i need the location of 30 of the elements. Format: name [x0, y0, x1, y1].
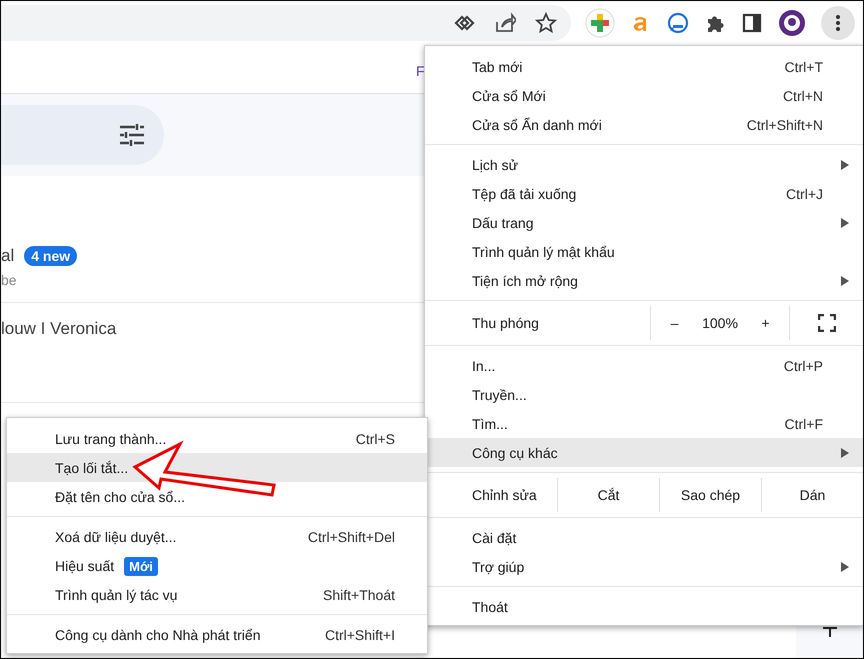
menu-item[interactable]: Trình quản lý mật khẩu [425, 237, 863, 266]
menu-item[interactable]: Tab mới Ctrl+T [425, 52, 863, 81]
menu-item[interactable]: Cửa sổ Ẩn danh mới Ctrl+Shift+N [425, 110, 863, 139]
menu-item[interactable]: Công cụ khác [425, 438, 863, 467]
menu-item[interactable]: Tiện ích mở rộng [425, 266, 863, 295]
new-count-badge: 4 new [24, 246, 78, 266]
conversation-title[interactable]: al [1, 246, 14, 266]
menu-item[interactable]: Trợ giúp [425, 552, 863, 581]
menu-label: Thu phóng [472, 315, 540, 331]
menu-item[interactable]: Truyền... [425, 380, 863, 409]
cut-text: F [416, 63, 425, 79]
menu-item[interactable]: Cửa sổ Mới Ctrl+N [425, 81, 863, 110]
conversation-subtitle: be [1, 272, 18, 288]
menu-item[interactable]: Hiệu suất Mới [7, 551, 427, 580]
menu-item[interactable]: Dấu trang [425, 208, 863, 237]
menu-label: Chỉnh sửa [472, 487, 538, 503]
menu-item[interactable]: Thoát [425, 592, 863, 621]
zoom-level: 100% [701, 315, 739, 331]
menu-item[interactable]: Xoá dữ liệu duyệt... Ctrl+Shift+Del [7, 522, 427, 551]
menu-item[interactable]: Công cụ dành cho Nhà phát triển Ctrl+Shift+I [7, 620, 427, 649]
menu-item[interactable]: Lưu trang thành... Ctrl+S [7, 424, 427, 453]
menu-item[interactable]: Tìm... Ctrl+F [425, 409, 863, 438]
menu-item[interactable]: Trình quản lý tác vụ Shift+Thoát [7, 580, 427, 609]
menu-item[interactable]: Cài đặt [425, 523, 863, 552]
menu-item[interactable]: Đặt tên cho cửa sổ... [7, 482, 427, 511]
conversation-title[interactable]: louw I Veronica [1, 319, 116, 339]
menu-item[interactable]: Lịch sử [425, 150, 863, 179]
menu-item[interactable]: Tệp đã tải xuống Ctrl+J [425, 179, 863, 208]
edit-action-button[interactable]: Dán [761, 478, 863, 512]
menu-item[interactable]: In... Ctrl+P [425, 351, 863, 380]
